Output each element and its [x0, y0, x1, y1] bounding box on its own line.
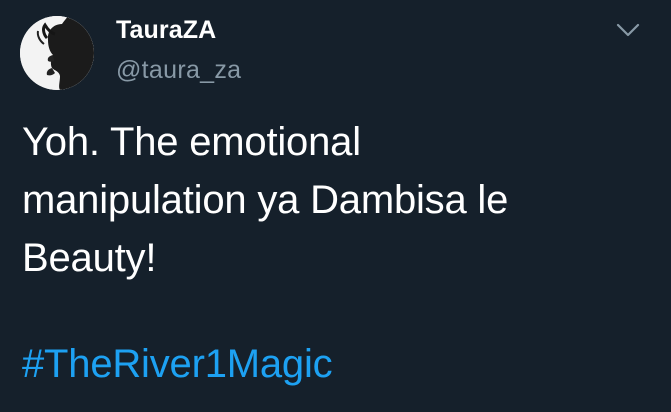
tweet-card: TauraZA @taura_za Yoh. The emotional man…: [0, 0, 671, 412]
avatar[interactable]: [20, 16, 94, 90]
profile-avatar-silhouette-icon: [20, 16, 94, 90]
tweet-text: Yoh. The emotional manipulation ya Dambi…: [22, 120, 509, 280]
chevron-down-icon[interactable]: [612, 14, 644, 46]
hashtag-link[interactable]: #TheRiver1Magic: [22, 335, 333, 393]
author-handle[interactable]: @taura_za: [116, 55, 241, 85]
author-display-name[interactable]: TauraZA: [116, 15, 216, 45]
